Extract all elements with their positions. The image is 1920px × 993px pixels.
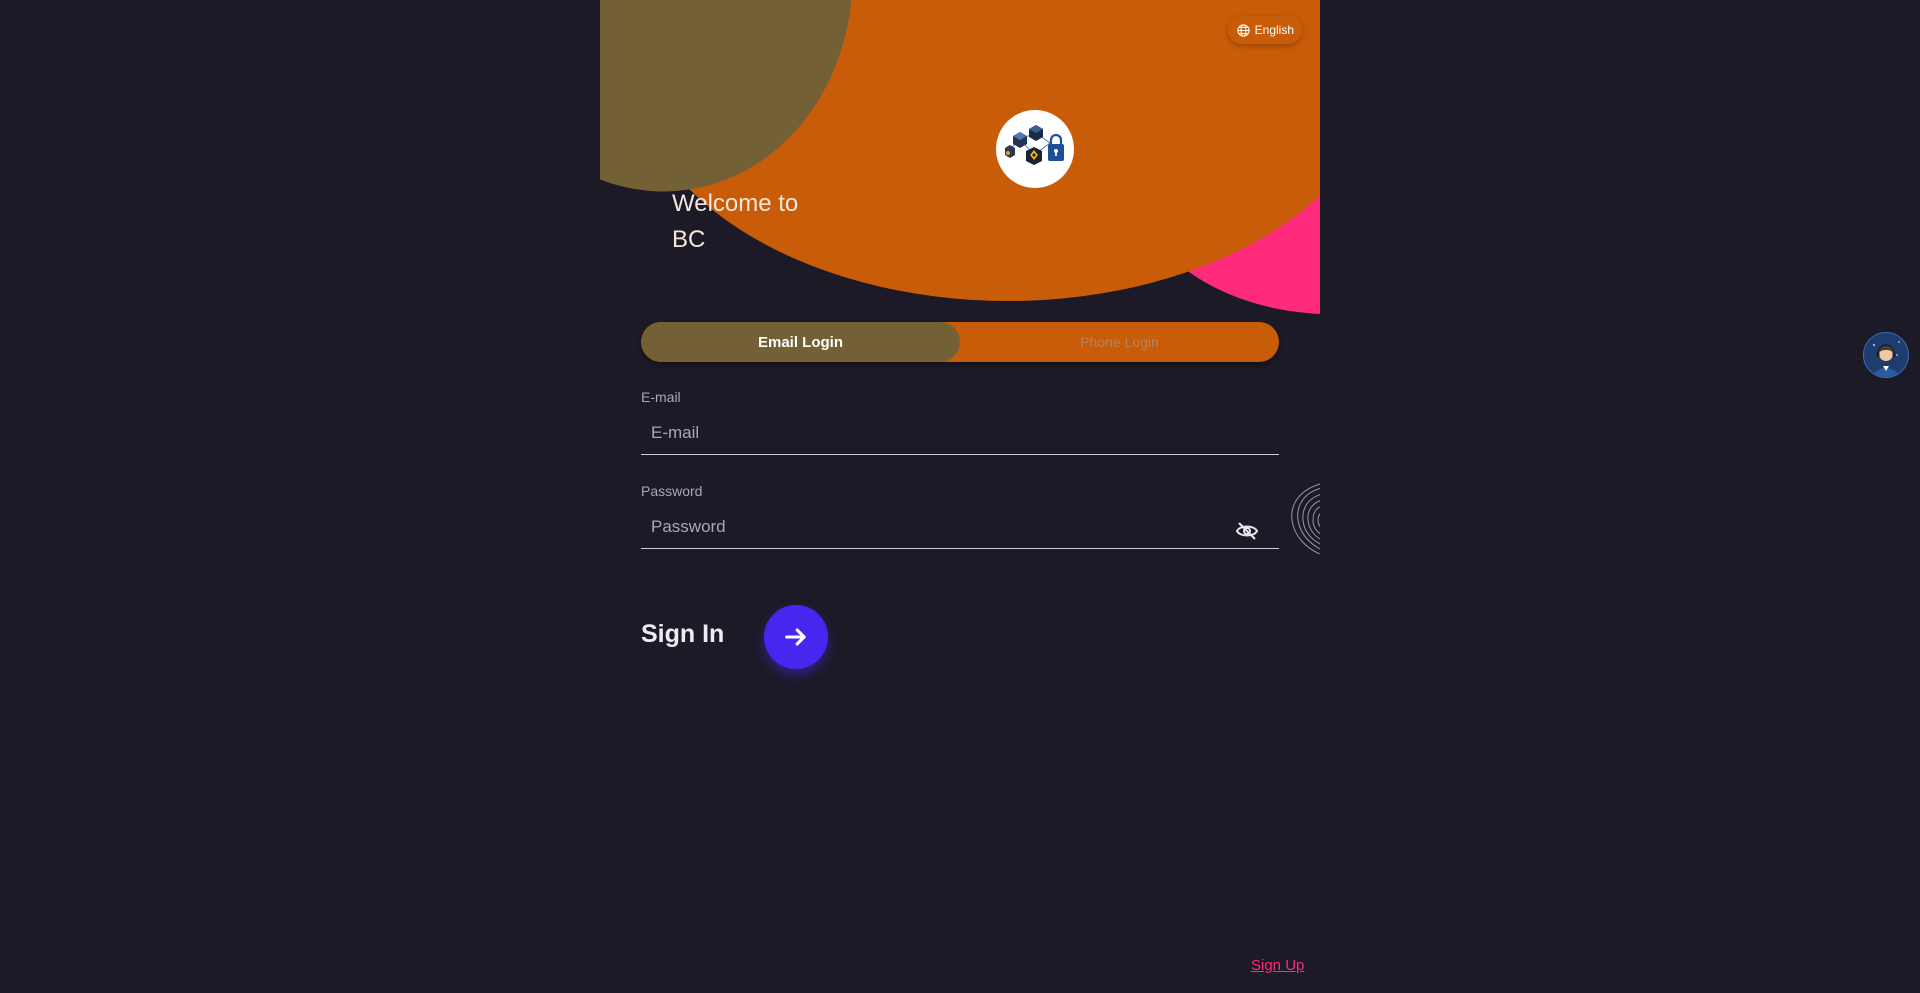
- email-label: E-mail: [641, 389, 681, 405]
- email-field-group: E-mail: [641, 389, 1279, 455]
- olive-decoration: [600, 0, 852, 194]
- tab-email-login[interactable]: Email Login: [641, 322, 960, 362]
- sign-up-link[interactable]: Sign Up: [1251, 957, 1304, 974]
- welcome-line-1: Welcome to: [672, 190, 799, 217]
- globe-icon: [1237, 23, 1250, 37]
- password-field-group: Password: [641, 483, 1279, 549]
- language-button[interactable]: English: [1227, 16, 1302, 44]
- welcome-title: Welcome to BC: [672, 186, 832, 258]
- hero-header: English Welcome to BC: [600, 0, 1320, 320]
- password-input[interactable]: [641, 505, 1279, 549]
- fingerprint-icon: [1291, 483, 1320, 554]
- arrow-right-icon: [785, 628, 806, 646]
- blockchain-logo-icon: [1005, 125, 1064, 165]
- app-logo: [996, 110, 1074, 188]
- password-label: Password: [641, 483, 703, 499]
- welcome-line-2: BC: [672, 226, 706, 253]
- login-page: English Welcome to BC Email Login Phone …: [600, 0, 1320, 993]
- login-method-tabs: Email Login Phone Login: [641, 322, 1279, 362]
- eye-off-icon: [1235, 522, 1259, 540]
- email-input[interactable]: [641, 411, 1279, 455]
- language-label: English: [1254, 23, 1294, 37]
- sign-in-label: Sign In: [641, 620, 725, 648]
- tab-phone-login[interactable]: Phone Login: [960, 322, 1279, 362]
- toggle-password-visibility-button[interactable]: [1235, 519, 1259, 543]
- sign-in-button[interactable]: [764, 605, 828, 669]
- support-agent-icon: [1864, 333, 1908, 377]
- customer-support-avatar[interactable]: [1863, 332, 1909, 378]
